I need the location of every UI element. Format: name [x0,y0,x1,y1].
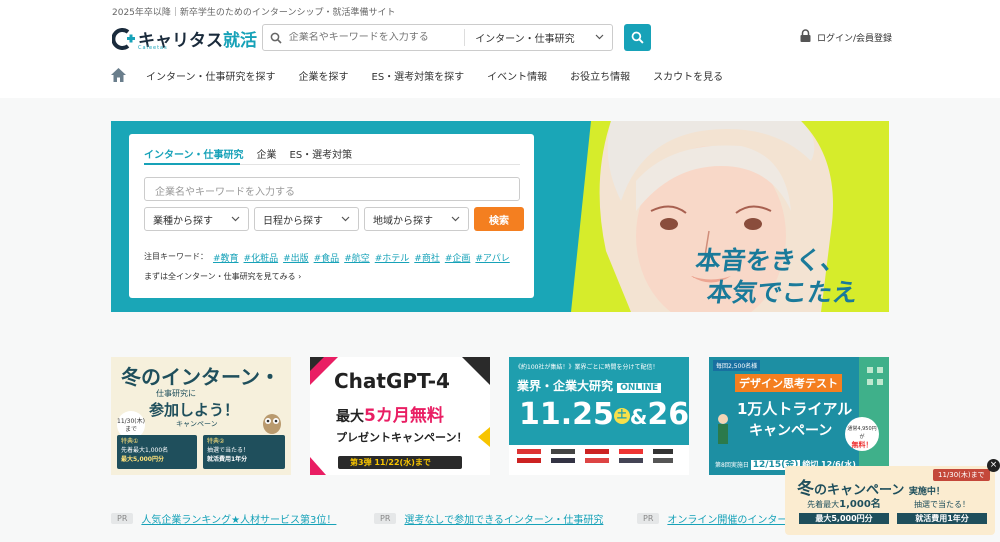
popup-perk-2: 抽選で当たる！ 就活費用1年分 [897,499,987,531]
tab-active-indicator [144,163,240,165]
lock-icon [800,29,811,45]
keyword-link[interactable]: #航空 [344,251,370,264]
search-type-select[interactable]: インターン・仕事研究 [465,30,612,45]
banner-perk-2: 特典② 抽選で当たる！ 就活費用1年分 [203,435,285,469]
schedule-select[interactable]: 日程から探す [254,207,359,231]
schedule-select-label: 日程から探す [263,215,323,227]
login-link[interactable]: ログイン/会員登録 [800,29,892,45]
nav-item-scout[interactable]: スカウトを見る [653,68,723,83]
keyword-label: 注目キーワード： [144,252,208,261]
banner-title: ChatGPT-4 [334,369,450,393]
keyword-list: 注目キーワード： #教育 #化粧品 #出版 #食品 #航空 #ホテル #商社 #… [144,251,520,264]
hero-copy-line1: 本音をきく、 [693,246,848,275]
login-label: ログイン/会員登録 [817,33,893,44]
region-select-label: 地域から探す [373,215,433,227]
keyword-link[interactable]: #ホテル [375,251,410,264]
region-select[interactable]: 地域から探す [364,207,469,231]
header-search: インターン・仕事研究 [262,24,613,51]
banner-top: 《約100社が集結！》業界ごとに時間を分けて配信！ [515,364,659,371]
search-icon [263,32,289,44]
banner-sub: 仕事研究に [156,389,196,398]
popup-close-button[interactable]: × [987,459,1000,472]
chevron-down-icon [341,216,350,222]
popup-perk-1: 先着最大1,000名 最大5,000円分 [799,499,889,531]
chevron-down-icon [231,216,240,222]
industry-select-label: 業種から探す [153,215,213,227]
banner-title: キャンペーン [749,423,833,439]
keyword-link[interactable]: #教育 [213,251,239,264]
header-search-button[interactable] [624,24,651,51]
industry-select[interactable]: 業種から探す [144,207,249,231]
banner-badge: 毎回2,500名様 [713,360,761,371]
pr-badge: PR [637,513,660,524]
banner-free-badge: 通常4,950円が 無料！ [845,417,879,451]
banner-sub: プレゼントキャンペーン！ [336,431,468,444]
nav-item-event[interactable]: イベント情報 [487,68,547,83]
hero-search-input[interactable]: 企業名やキーワードを入力する [144,177,520,201]
header-search-input[interactable] [288,32,458,43]
banner-sponsor-logos [509,445,689,475]
hero-selects: 業種から探す 日程から探す 地域から探す 検索 [144,207,524,231]
hero-copy-line2: 本気でこたえる。 [705,278,860,307]
pr-badge: PR [111,513,134,524]
banner-title: 1万人トライアル [737,400,853,418]
hero-search-card: インターン・仕事研究 企業 ES・選考対策 企業名やキーワードを入力する 業種か… [129,134,534,298]
keyword-link[interactable]: #アパレ [475,251,509,264]
banner-sub: キャンペーン [176,420,218,428]
main-nav: インターン・仕事研究を探す 企業を探す ES・選考対策を探す イベント情報 お役… [110,66,746,84]
keyword-link[interactable]: #化粧品 [244,251,279,264]
logo-mark-icon [111,27,136,50]
search-icon [631,31,644,44]
chevron-down-icon [451,216,460,222]
site-tagline: 2025年卒以降｜新卒学生のためのインターンシップ・就活準備サイト [112,8,396,18]
nav-item-company[interactable]: 企業を探す [299,68,349,83]
all-intern-link[interactable]: まずは全インターン・仕事研究を見てみる › [144,271,301,282]
site-logo[interactable]: キャリタス就活 [111,26,257,51]
banner-title: デザイン思考テスト [735,374,842,392]
search-type-label: インターン・仕事研究 [475,34,575,45]
banner-winter-intern[interactable]: 冬のインターン・ 仕事研究に 参加しよう！ キャンペーン 11/30(木)まで … [111,357,291,475]
nav-item-useful[interactable]: お役立ち情報 [570,68,630,83]
home-icon[interactable] [110,67,127,83]
keyword-link[interactable]: #商社 [414,251,440,264]
banner-design-test[interactable]: 毎回2,500名様 デザイン思考テスト 1万人トライアル キャンペーン 通常4,… [709,357,889,475]
banner-perk-1: 特典① 先着最大1,000名 最大5,000円分 [117,435,197,469]
keyword-link[interactable]: #出版 [283,251,309,264]
nav-item-intern[interactable]: インターン・仕事研究を探す [146,68,276,83]
pr-link[interactable]: 選考なしで参加できるインターン・仕事研究 [404,511,603,526]
banner-title: 業界・企業大研究 ONLINE [517,377,662,394]
nav-item-es[interactable]: ES・選考対策を探す [372,68,465,83]
pr-item: PR オンライン開催のインターン・ [637,511,807,526]
banner-dates: 11.25土&26日 [519,397,689,432]
owl-icon [263,414,281,434]
logo-subtext: Caleetas [138,45,168,51]
hero-search-button[interactable]: 検索 [474,207,524,231]
banner-title: 冬のインターン・ [121,365,280,389]
banner-industry-research[interactable]: 《約100社が集結！》業界ごとに時間を分けて配信！ 業界・企業大研究 ONLIN… [509,357,689,475]
pr-link[interactable]: 人気企業ランキング★人材サービス第3位！ [141,511,336,526]
banner-sub: 参加しよう！ [149,401,240,419]
campaign-popup[interactable]: 11/30(木)まで 冬のキャンペーン 実施中！ 先着最大1,000名 最大5,… [785,466,995,535]
keyword-link[interactable]: #食品 [314,251,340,264]
pr-badge: PR [374,513,397,524]
chevron-down-icon [595,32,604,43]
pr-item: PR 人気企業ランキング★人材サービス第3位！ [111,511,336,526]
banner-headline: 最大5カ月無料 [336,406,444,426]
chevron-right-icon: › [298,272,302,281]
popup-title: 冬のキャンペーン 実施中！ [797,479,945,499]
banner-footer: 第3弾 11/22(水)まで [350,458,431,467]
pr-item: PR 選考なしで参加できるインターン・仕事研究 [374,511,603,526]
keyword-link[interactable]: #企画 [445,251,471,264]
banner-chatgpt[interactable]: ChatGPT-4 最大5カ月無料 プレゼントキャンペーン！ 第3弾 11/22… [310,357,490,475]
